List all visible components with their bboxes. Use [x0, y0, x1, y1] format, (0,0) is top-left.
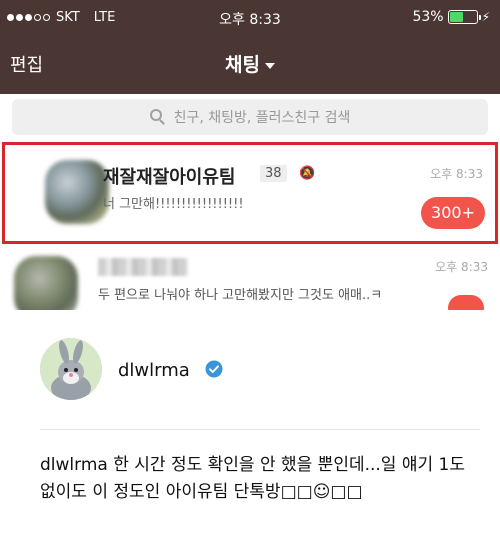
kakaotalk-screen: SKT LTE 오후 8:33 53% ⚡ 편집 채팅 친구, 채팅방, 플러스… [0, 0, 500, 310]
username[interactable]: dlwlrma [118, 360, 190, 381]
status-bar: SKT LTE 오후 8:33 53% ⚡ [0, 0, 500, 36]
message-time: 오후 8:33 [435, 260, 488, 274]
message-time: 오후 8:33 [430, 167, 483, 181]
unread-badge [448, 295, 484, 310]
profile-avatar[interactable] [40, 338, 102, 400]
search-placeholder: 친구, 채팅방, 플러스친구 검색 [173, 110, 351, 126]
member-count: 38 [260, 165, 287, 182]
status-right: 53% ⚡ [412, 9, 490, 25]
tweet-card: dlwlrma dlwlrma 한 시간 정도 확인을 안 했을 뿐인데...일… [0, 312, 500, 539]
search-area: 친구, 채팅방, 플러스친구 검색 [0, 95, 500, 140]
search-icon [149, 109, 166, 125]
verified-badge-icon [205, 360, 223, 378]
unread-badge: 300+ [421, 197, 485, 229]
mute-bell-icon: 🔕 [299, 166, 316, 181]
blurred-chat-name [98, 258, 188, 276]
battery-percent: 53% [412, 9, 444, 25]
last-message: 두 편으로 나눠야 하나 고만해봤지만 그것도 애매..ㅋ [98, 288, 383, 303]
nav-bar: 편집 채팅 [0, 36, 500, 94]
nav-title: 채팅 [225, 54, 260, 76]
tweet-text: dlwlrma 한 시간 정도 확인을 안 했을 뿐인데...일 얘기 1도 없… [40, 455, 465, 502]
chat-list-item[interactable]: 재잘재잘아이유팀 38 🔕 너 그만해!!!!!!!!!!!!!!!!! 오후 … [2, 142, 498, 244]
chat-avatar [14, 256, 78, 310]
chat-avatar [45, 160, 109, 224]
chevron-down-icon [264, 62, 275, 69]
chat-room-name: 재잘재잘아이유팀 [103, 167, 236, 188]
divider [40, 429, 480, 430]
nav-title-dropdown[interactable]: 채팅 [0, 50, 500, 77]
charging-bolt-icon: ⚡ [481, 10, 490, 24]
last-message: 너 그만해!!!!!!!!!!!!!!!!! [103, 197, 244, 212]
search-input[interactable]: 친구, 채팅방, 플러스친구 검색 [12, 99, 488, 135]
battery-icon [447, 10, 481, 24]
chat-list-item[interactable]: 오후 8:33 두 편으로 나눠야 하나 고만해봤지만 그것도 애매..ㅋ [0, 250, 500, 310]
